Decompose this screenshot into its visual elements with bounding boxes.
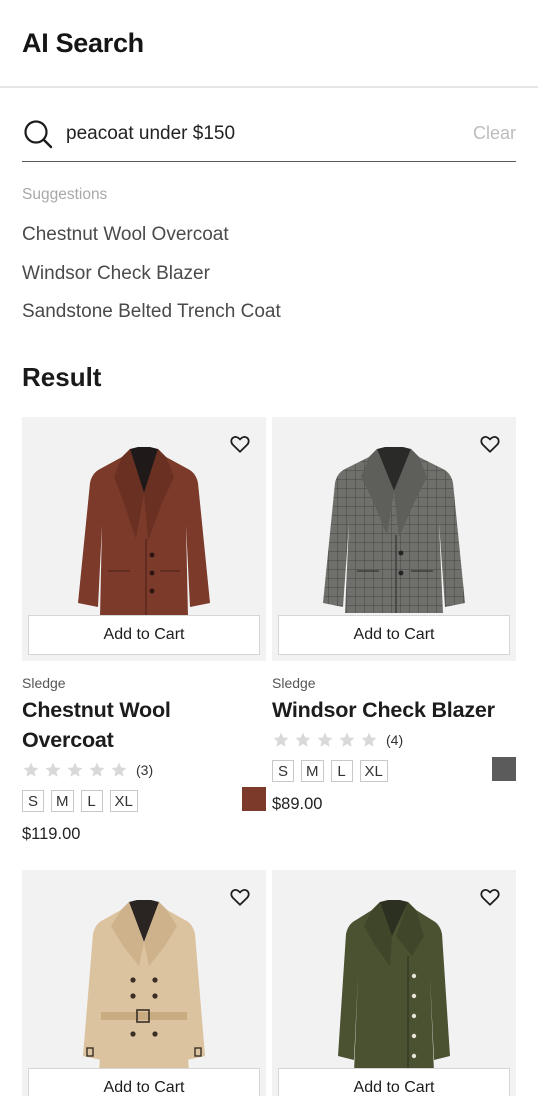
add-to-cart-button[interactable]: Add to Cart xyxy=(278,1068,510,1096)
heart-icon[interactable] xyxy=(479,433,501,455)
size-option-m[interactable]: M xyxy=(301,760,324,782)
product-image[interactable]: Add to Cart xyxy=(272,870,516,1096)
trench-coat-image xyxy=(83,900,205,1072)
heart-icon[interactable] xyxy=(479,886,501,908)
product-brand: Sledge xyxy=(22,675,66,691)
size-options: S M L XL xyxy=(272,757,516,783)
size-option-l[interactable]: L xyxy=(80,790,103,812)
size-option-xl[interactable]: XL xyxy=(109,790,138,812)
color-swatch[interactable] xyxy=(242,787,266,811)
app-header: AI Search xyxy=(0,0,538,88)
heart-icon[interactable] xyxy=(229,886,251,908)
star-icon xyxy=(23,762,39,777)
rating-stars: (3) xyxy=(22,759,266,781)
clear-button[interactable]: Clear xyxy=(473,123,516,144)
add-to-cart-button[interactable]: Add to Cart xyxy=(278,615,510,655)
star-icon xyxy=(273,732,289,747)
search-bar[interactable]: peacoat under $150 Clear xyxy=(22,106,516,162)
star-icon xyxy=(111,762,127,777)
add-to-cart-button[interactable]: Add to Cart xyxy=(28,1068,260,1096)
star-icon xyxy=(317,732,333,747)
product-card[interactable]: Add to Cart xyxy=(22,870,266,1096)
suggestions-list: Chestnut Wool Overcoat Windsor Check Bla… xyxy=(22,222,281,338)
search-input[interactable]: peacoat under $150 xyxy=(66,123,473,145)
product-image[interactable]: Add to Cart xyxy=(22,417,266,661)
product-image[interactable]: Add to Cart xyxy=(272,417,516,661)
star-icon xyxy=(89,762,105,777)
size-option-l[interactable]: L xyxy=(330,760,353,782)
product-card[interactable]: Add to Cart xyxy=(272,870,516,1096)
product-brand: Sledge xyxy=(272,675,316,691)
size-options: S M L XL xyxy=(22,787,266,813)
product-name[interactable]: Chestnut Wool Overcoat xyxy=(22,695,266,755)
product-card[interactable]: Add to Cart Sledge Chestnut Wool Overcoa… xyxy=(22,417,266,844)
suggestions-heading: Suggestions xyxy=(22,186,108,203)
star-icon xyxy=(67,762,83,777)
star-icon xyxy=(45,762,61,777)
product-price: $89.00 xyxy=(272,795,323,813)
size-option-s[interactable]: S xyxy=(22,790,44,812)
product-price: $119.00 xyxy=(22,825,81,843)
search-icon xyxy=(24,119,53,148)
heart-icon[interactable] xyxy=(229,433,251,455)
size-option-xl[interactable]: XL xyxy=(359,760,388,782)
product-image[interactable]: Add to Cart xyxy=(22,870,266,1096)
rating-count: (3) xyxy=(136,762,154,778)
size-option-s[interactable]: S xyxy=(272,760,294,782)
rating-stars: (4) xyxy=(272,729,516,751)
star-icon xyxy=(361,732,377,747)
overcoat-image xyxy=(78,447,210,617)
product-card[interactable]: Add to Cart Sledge Windsor Check Blazer … xyxy=(272,417,516,814)
product-name[interactable]: Windsor Check Blazer xyxy=(272,695,516,725)
size-option-m[interactable]: M xyxy=(51,790,74,812)
blazer-image xyxy=(323,447,465,613)
color-swatch[interactable] xyxy=(492,757,516,781)
star-icon xyxy=(295,732,311,747)
rating-count: (4) xyxy=(386,732,404,748)
result-heading: Result xyxy=(22,362,102,392)
military-coat-image xyxy=(338,900,450,1072)
suggestion-item[interactable]: Chestnut Wool Overcoat xyxy=(22,222,281,261)
page-title: AI Search xyxy=(22,27,144,58)
add-to-cart-button[interactable]: Add to Cart xyxy=(28,615,260,655)
suggestion-item[interactable]: Sandstone Belted Trench Coat xyxy=(22,299,281,338)
star-icon xyxy=(339,732,355,747)
suggestion-item[interactable]: Windsor Check Blazer xyxy=(22,261,281,300)
